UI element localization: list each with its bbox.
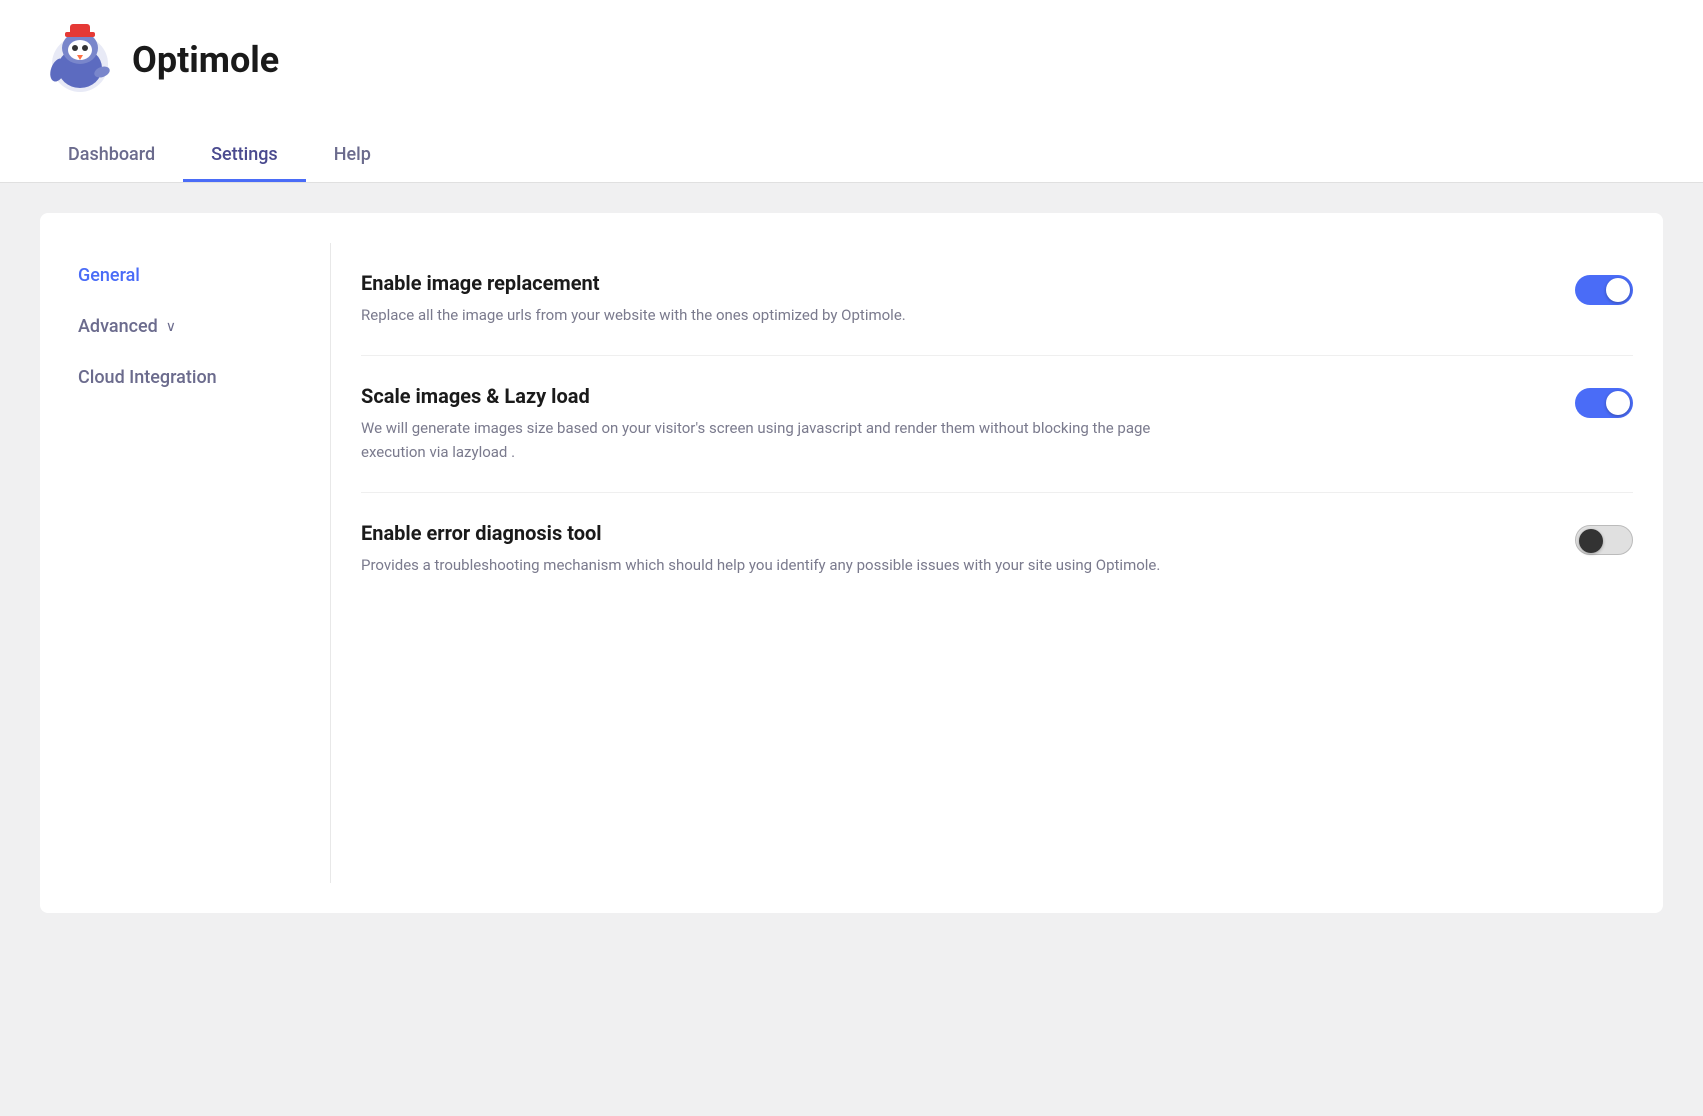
logo-area: Optimole <box>40 20 1663 120</box>
toggle-knob <box>1606 278 1630 302</box>
setting-text-error-diagnosis: Enable error diagnosis tool Provides a t… <box>361 521 1535 577</box>
setting-text-image-replacement: Enable image replacement Replace all the… <box>361 271 1535 327</box>
toggle-knob-3 <box>1579 529 1603 553</box>
setting-title-scale-lazy: Scale images & Lazy load <box>361 384 1535 408</box>
app-title: Optimole <box>132 39 279 81</box>
sidebar-label-general: General <box>78 265 140 286</box>
header: Optimole Dashboard Settings Help <box>0 0 1703 183</box>
tab-dashboard[interactable]: Dashboard <box>40 130 183 182</box>
setting-title-image-replacement: Enable image replacement <box>361 271 1535 295</box>
sidebar-label-advanced: Advanced <box>78 316 158 337</box>
setting-title-error-diagnosis: Enable error diagnosis tool <box>361 521 1535 545</box>
main-content: General Advanced ∨ Cloud Integration Ena… <box>0 183 1703 943</box>
sidebar-item-cloud-integration[interactable]: Cloud Integration <box>70 355 310 400</box>
setting-row-scale-lazy: Scale images & Lazy load We will generat… <box>361 356 1633 493</box>
toggle-knob-2 <box>1606 391 1630 415</box>
toggle-slider-on <box>1575 275 1633 305</box>
sidebar: General Advanced ∨ Cloud Integration <box>70 243 330 883</box>
setting-text-scale-lazy: Scale images & Lazy load We will generat… <box>361 384 1535 464</box>
setting-row-error-diagnosis: Enable error diagnosis tool Provides a t… <box>361 493 1633 605</box>
sidebar-item-general[interactable]: General <box>70 253 310 298</box>
toggle-error-diagnosis[interactable] <box>1575 525 1633 555</box>
toggle-scale-lazy[interactable] <box>1575 388 1633 418</box>
sidebar-item-advanced[interactable]: Advanced ∨ <box>70 304 310 349</box>
sidebar-label-cloud-integration: Cloud Integration <box>78 367 217 388</box>
optimole-logo-icon <box>40 20 120 100</box>
setting-desc-image-replacement: Replace all the image urls from your web… <box>361 303 1181 327</box>
setting-desc-error-diagnosis: Provides a troubleshooting mechanism whi… <box>361 553 1181 577</box>
tab-help[interactable]: Help <box>306 130 399 182</box>
chevron-down-icon: ∨ <box>166 319 176 335</box>
setting-row-image-replacement: Enable image replacement Replace all the… <box>361 243 1633 356</box>
toggle-slider-off <box>1575 525 1633 555</box>
settings-content: Enable image replacement Replace all the… <box>330 243 1633 883</box>
toggle-slider-on-2 <box>1575 388 1633 418</box>
toggle-image-replacement[interactable] <box>1575 275 1633 305</box>
main-nav: Dashboard Settings Help <box>40 130 1663 182</box>
tab-settings[interactable]: Settings <box>183 130 306 182</box>
setting-desc-scale-lazy: We will generate images size based on yo… <box>361 416 1181 464</box>
settings-container: General Advanced ∨ Cloud Integration Ena… <box>40 213 1663 913</box>
